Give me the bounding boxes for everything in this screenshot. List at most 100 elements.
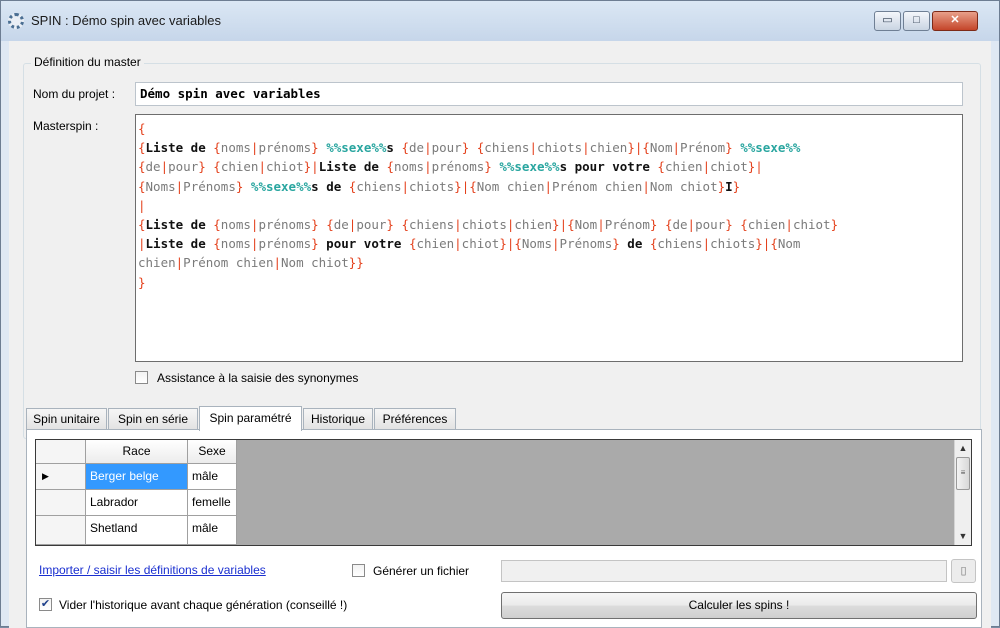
project-name-input[interactable]: Démo spin avec variables bbox=[135, 82, 963, 106]
masterspin-token: chien bbox=[747, 216, 786, 232]
masterspin-token: } bbox=[755, 236, 763, 252]
masterspin-token: | bbox=[454, 236, 462, 252]
tab-historique[interactable]: Historique bbox=[303, 408, 373, 430]
cell-sexe-row1[interactable]: mâle bbox=[188, 464, 237, 490]
masterspin-token: Noms bbox=[145, 178, 176, 194]
scroll-up-arrow-icon[interactable]: ▲ bbox=[955, 440, 971, 456]
masterspin-token: }} bbox=[348, 255, 364, 271]
masterspin-token: chiens bbox=[409, 216, 455, 232]
masterspin-token: } bbox=[499, 236, 507, 252]
masterspin-token: Nom chiot bbox=[649, 178, 718, 194]
masterspin-token: s bbox=[386, 140, 402, 156]
masterspin-token: %%sexe%% bbox=[326, 140, 387, 156]
masterspin-token: Prénom bbox=[604, 216, 650, 232]
masterspin-token: prénoms bbox=[431, 159, 485, 175]
masterspin-token: chiots bbox=[461, 216, 507, 232]
generate-file-checkbox[interactable] bbox=[352, 564, 365, 577]
masterspin-token: | bbox=[454, 216, 462, 232]
masterspin-token: { bbox=[138, 216, 146, 232]
masterspin-token: { bbox=[138, 140, 146, 156]
masterspin-token: de bbox=[672, 216, 688, 232]
masterspin-token: | bbox=[424, 159, 432, 175]
column-header-sexe[interactable]: Sexe bbox=[188, 440, 237, 464]
masterspin-token: chien bbox=[220, 159, 259, 175]
masterspin-token: | bbox=[160, 159, 169, 175]
column-header-race[interactable]: Race bbox=[86, 440, 188, 464]
browse-file-button[interactable]: ▯ bbox=[951, 559, 976, 583]
masterspin-token: | bbox=[755, 159, 763, 175]
grid-vertical-scrollbar[interactable]: ▲ ≡ ▼ bbox=[954, 440, 971, 545]
masterspin-token: Prénoms bbox=[183, 178, 236, 194]
masterspin-token: Liste de bbox=[318, 159, 387, 175]
masterspin-token: %%sexe%% bbox=[499, 159, 560, 175]
masterspin-token: | bbox=[401, 178, 409, 194]
synonyms-checkbox[interactable] bbox=[135, 371, 148, 384]
synonyms-checkbox-label[interactable]: Assistance à la saisie des synonymes bbox=[157, 371, 358, 385]
row-header[interactable] bbox=[36, 490, 86, 516]
masterspin-token: %%sexe%% bbox=[740, 140, 801, 156]
app-window: SPIN : Démo spin avec variables ▭ □ ✕ Dé… bbox=[0, 0, 1000, 628]
masterspin-line: chien|Prénom chien|Nom chiot}} bbox=[138, 253, 960, 272]
masterspin-token: noms bbox=[393, 159, 425, 175]
window-title: SPIN : Démo spin avec variables bbox=[31, 13, 222, 28]
masterspin-token: { bbox=[401, 140, 409, 156]
grid-corner bbox=[36, 440, 86, 464]
masterspin-token: { bbox=[740, 216, 748, 232]
scroll-thumb[interactable]: ≡ bbox=[956, 457, 970, 490]
tab-spin-en-serie[interactable]: Spin en série bbox=[108, 408, 198, 430]
scroll-down-arrow-icon[interactable]: ▼ bbox=[955, 528, 971, 544]
cell-sexe-row3[interactable]: mâle bbox=[188, 516, 237, 545]
masterspin-token: prénoms bbox=[258, 216, 312, 232]
masterspin-token: { bbox=[213, 159, 221, 175]
clear-history-label[interactable]: Vider l'historique avant chaque générati… bbox=[59, 598, 347, 612]
masterspin-token: chiot bbox=[461, 236, 500, 252]
masterspin-editor[interactable]: {{Liste de {noms|prénoms} %%sexe%%s {de|… bbox=[135, 114, 963, 362]
masterspin-token: chien bbox=[416, 236, 455, 252]
masterspin-token: { bbox=[567, 216, 575, 232]
title-bar[interactable]: SPIN : Démo spin avec variables ▭ □ ✕ bbox=[1, 1, 999, 41]
cell-sexe-row2[interactable]: femelle bbox=[188, 490, 237, 516]
masterspin-token: { bbox=[138, 121, 146, 136]
import-variables-link[interactable]: Importer / saisir les définitions de var… bbox=[39, 563, 266, 577]
masterspin-token: { bbox=[386, 159, 394, 175]
variables-grid[interactable]: Race Sexe ▶ Berger belge mâle Labrador f… bbox=[35, 439, 972, 546]
masterspin-token: chiot bbox=[266, 159, 304, 175]
masterspin-token: { bbox=[770, 236, 778, 252]
current-row-indicator[interactable]: ▶ bbox=[36, 464, 86, 490]
masterspin-token: | bbox=[544, 178, 553, 194]
minimize-button[interactable]: ▭ bbox=[874, 11, 901, 31]
tab-spin-unitaire[interactable]: Spin unitaire bbox=[26, 408, 107, 430]
tab-preferences[interactable]: Préférences bbox=[374, 408, 456, 430]
masterspin-token: noms bbox=[220, 140, 251, 156]
close-button[interactable]: ✕ bbox=[932, 11, 978, 31]
tab-spin-parametre[interactable]: Spin paramétré bbox=[199, 406, 302, 431]
calculate-spins-button[interactable]: Calculer les spins ! bbox=[501, 592, 977, 619]
masterspin-line: } bbox=[138, 273, 960, 292]
masterspin-token: Prénom chien bbox=[183, 255, 274, 271]
masterspin-token: } bbox=[311, 236, 319, 252]
maximize-button[interactable]: □ bbox=[903, 11, 930, 31]
masterspin-token: } bbox=[725, 216, 733, 232]
clear-history-checkbox[interactable]: ✔ bbox=[39, 598, 52, 611]
masterspin-token: } bbox=[830, 216, 839, 232]
row-header[interactable] bbox=[36, 516, 86, 545]
cell-race-row1[interactable]: Berger belge bbox=[86, 464, 188, 490]
generate-file-label[interactable]: Générer un fichier bbox=[373, 564, 469, 578]
masterspin-token: { bbox=[213, 216, 221, 232]
masterspin-line: { bbox=[138, 119, 960, 138]
masterspin-token: pour bbox=[431, 140, 462, 156]
masterspin-token: | bbox=[559, 216, 568, 232]
masterspin-token: Prénom chien bbox=[552, 178, 643, 194]
masterspin-token: | bbox=[785, 216, 793, 232]
masterspin-line: {Liste de {noms|prénoms} %%sexe%%s {de|p… bbox=[138, 138, 960, 157]
cell-race-row3[interactable]: Shetland bbox=[86, 516, 188, 545]
masterspin-token: Liste de bbox=[145, 216, 214, 232]
masterspin-token: | bbox=[273, 255, 282, 271]
cell-race-row2[interactable]: Labrador bbox=[86, 490, 188, 516]
masterspin-token: | bbox=[138, 197, 146, 213]
masterspin-token: pour bbox=[695, 216, 726, 232]
masterspin-token: } bbox=[612, 236, 620, 252]
file-path-input[interactable] bbox=[501, 560, 947, 582]
masterspin-token: | bbox=[138, 236, 146, 252]
masterspin-token: { bbox=[213, 140, 221, 156]
